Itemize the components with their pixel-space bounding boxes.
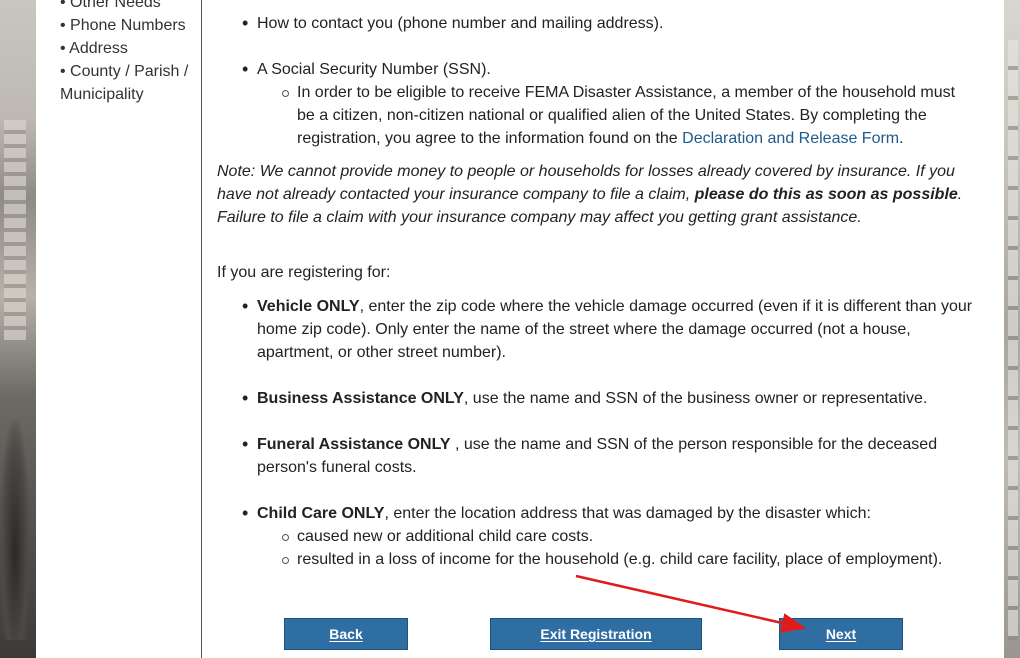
vehicle-text: , enter the zip code where the vehicle d…: [257, 298, 973, 361]
ssn-sub-end: .: [899, 130, 904, 147]
childcare-label: Child Care ONLY: [257, 505, 385, 522]
contact-text: How to contact you (phone number and mai…: [257, 15, 664, 32]
list-item-contact: How to contact you (phone number and mai…: [217, 12, 977, 35]
list-item-funeral: Funeral Assistance ONLY , use the name a…: [217, 433, 977, 479]
page-panel: • Other Needs • Phone Numbers • Address …: [36, 0, 1004, 658]
list-item-business: Business Assistance ONLY, use the name a…: [217, 387, 977, 410]
childcare-sublist: caused new or additional child care cost…: [257, 525, 977, 571]
list-item-vehicle: Vehicle ONLY, enter the zip code where t…: [217, 295, 977, 364]
insurance-note: Note: We cannot provide money to people …: [217, 160, 977, 229]
background-photo-left: [0, 0, 36, 658]
sidebar-item-phone-numbers[interactable]: • Phone Numbers: [60, 14, 190, 37]
childcare-text: , enter the location address that was da…: [384, 505, 871, 522]
ssn-sub-item: In order to be eligible to receive FEMA …: [257, 81, 977, 150]
childcare-sub-item-2: resulted in a loss of income for the hou…: [257, 548, 977, 571]
registration-types-list: Vehicle ONLY, enter the zip code where t…: [217, 295, 977, 571]
exit-registration-button[interactable]: Exit Registration: [490, 618, 702, 650]
back-button[interactable]: Back: [284, 618, 408, 650]
sidebar: • Other Needs • Phone Numbers • Address …: [36, 0, 202, 658]
vehicle-label: Vehicle ONLY: [257, 298, 360, 315]
main-content: How to contact you (phone number and mai…: [217, 0, 987, 658]
list-item-childcare: Child Care ONLY, enter the location addr…: [217, 502, 977, 571]
sidebar-item-county[interactable]: • County / Parish / Municipality: [60, 60, 190, 106]
sidebar-list: • Other Needs • Phone Numbers • Address …: [60, 0, 190, 106]
business-label: Business Assistance ONLY: [257, 390, 464, 407]
declaration-release-link[interactable]: Declaration and Release Form: [682, 130, 899, 147]
sidebar-item-other-needs[interactable]: • Other Needs: [60, 0, 190, 14]
registering-intro: If you are registering for:: [217, 264, 391, 281]
next-button[interactable]: Next: [779, 618, 903, 650]
funeral-label: Funeral Assistance ONLY: [257, 436, 451, 453]
sidebar-item-address[interactable]: • Address: [60, 37, 190, 60]
ssn-sublist: In order to be eligible to receive FEMA …: [257, 81, 977, 150]
background-photo-right: [1004, 0, 1020, 658]
business-text: , use the name and SSN of the business o…: [463, 390, 928, 407]
list-item-ssn: A Social Security Number (SSN). In order…: [217, 58, 977, 150]
note-emphasis: please do this as soon as possible: [694, 186, 958, 203]
ssn-text: A Social Security Number (SSN).: [257, 61, 491, 78]
childcare-sub-item-1: caused new or additional child care cost…: [257, 525, 977, 548]
requirements-list: How to contact you (phone number and mai…: [217, 12, 977, 150]
